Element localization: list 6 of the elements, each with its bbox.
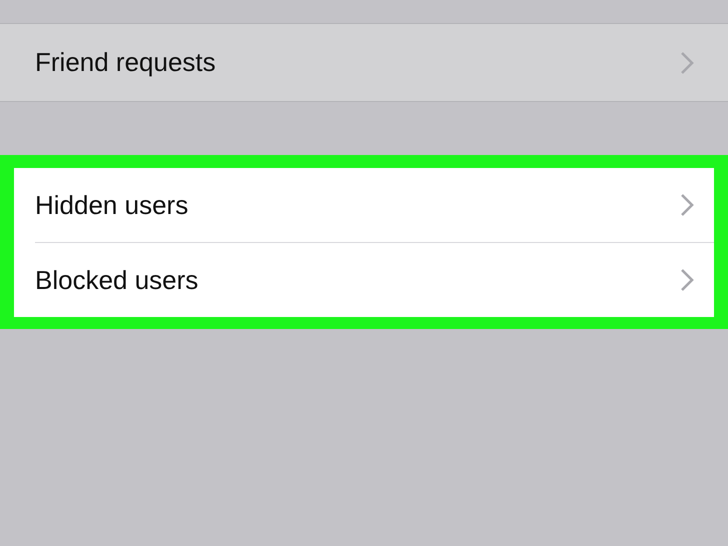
- chevron-icon: [680, 193, 694, 217]
- settings-row[interactable]: Hidden users: [14, 168, 714, 242]
- settings-row[interactable]: Friend requests: [0, 24, 728, 101]
- chevron-icon: [680, 50, 694, 74]
- chevron-icon: [680, 268, 694, 292]
- settings-row[interactable]: Blocked users: [14, 243, 714, 317]
